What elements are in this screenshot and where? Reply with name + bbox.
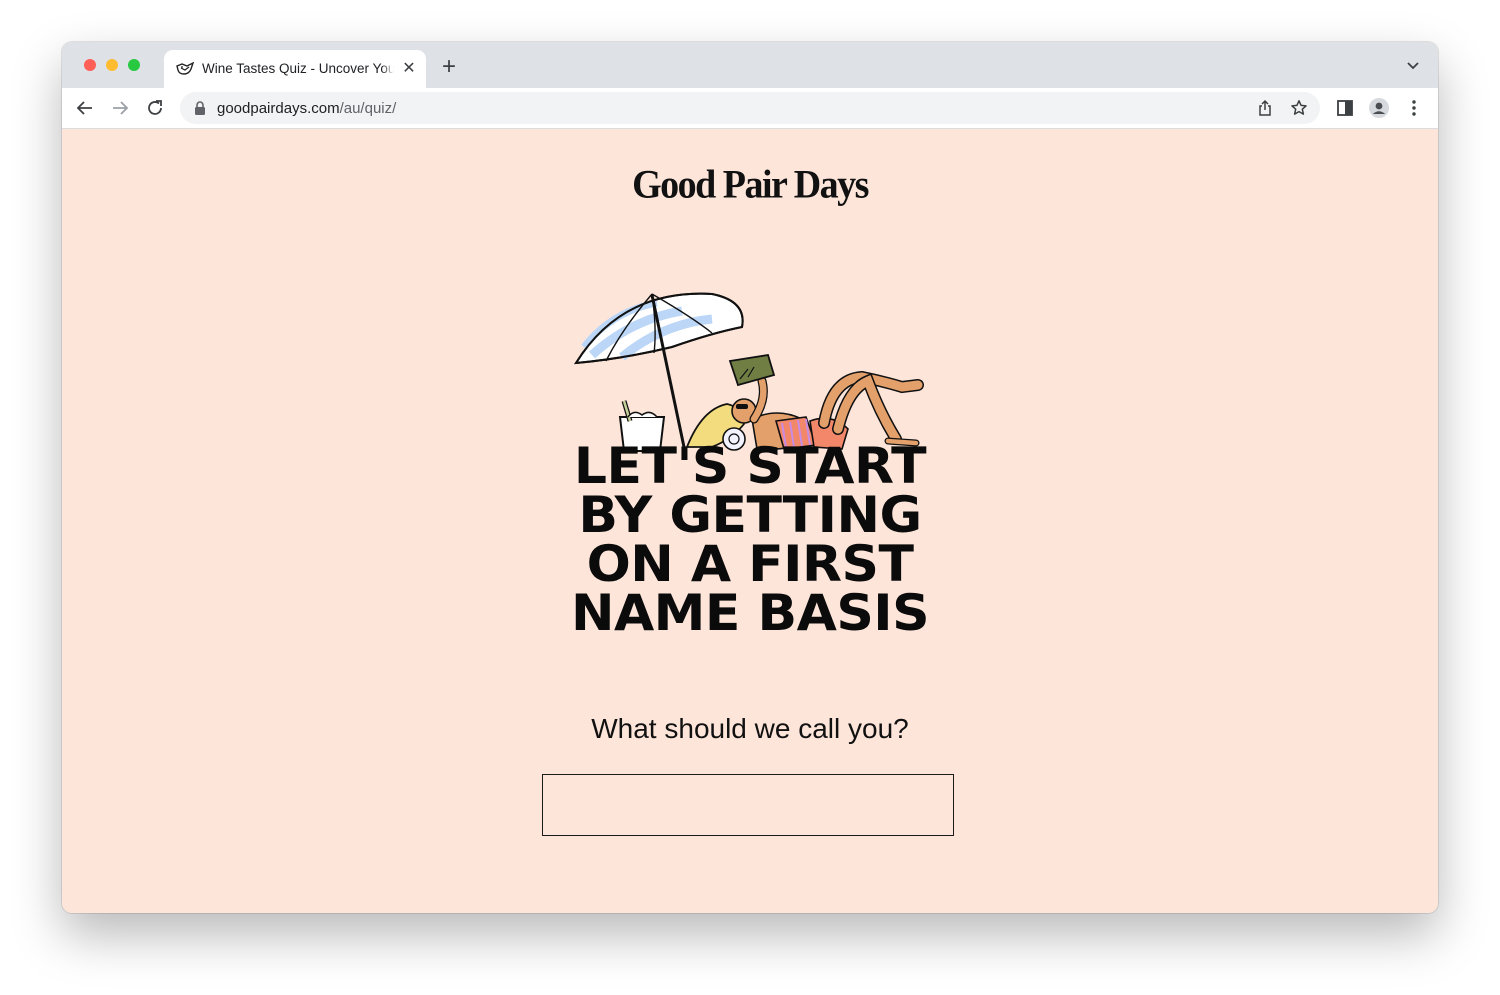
- tab-active[interactable]: Wine Tastes Quiz - Uncover Your Wine Pre…: [164, 50, 426, 88]
- headline-line: NAME BASIS: [570, 584, 930, 642]
- url-domain: goodpairdays.com: [217, 100, 340, 117]
- lock-icon[interactable]: [194, 101, 206, 115]
- quiz-page: Good Pair Days LET'S START BY GETTING ON…: [62, 129, 1438, 913]
- side-panel-icon[interactable]: [1334, 97, 1356, 119]
- share-icon[interactable]: [1256, 99, 1274, 117]
- reload-icon[interactable]: [144, 97, 166, 119]
- profile-avatar-icon[interactable]: [1368, 97, 1390, 119]
- new-tab-button[interactable]: +: [438, 55, 460, 79]
- first-name-input[interactable]: [542, 774, 954, 836]
- maximize-window-button[interactable]: [128, 59, 140, 71]
- tab-strip: Wine Tastes Quiz - Uncover Your Wine Pre…: [62, 42, 1438, 88]
- tab-title: Wine Tastes Quiz - Uncover Your Wine Pre…: [202, 61, 394, 76]
- close-window-button[interactable]: [84, 59, 96, 71]
- tab-close-icon[interactable]: ✕: [400, 60, 418, 78]
- forward-arrow-icon[interactable]: [109, 97, 131, 119]
- headline-line: LET'S START: [573, 437, 927, 495]
- chevron-down-icon[interactable]: [1404, 58, 1422, 74]
- headline-line: BY GETTING: [578, 486, 922, 544]
- back-arrow-icon[interactable]: [74, 97, 96, 119]
- url-text[interactable]: goodpairdays.com/au/quiz/: [217, 100, 396, 117]
- address-bar[interactable]: goodpairdays.com/au/quiz/: [180, 92, 1320, 124]
- name-question: What should we call you?: [591, 713, 909, 744]
- url-path: /au/quiz/: [339, 100, 397, 117]
- minimize-window-button[interactable]: [106, 59, 118, 71]
- wine-bird-icon: [176, 61, 194, 75]
- beach-reading-illustration: [574, 292, 924, 452]
- headline-line: ON A FIRST: [586, 535, 914, 593]
- star-icon[interactable]: [1290, 99, 1308, 117]
- headline: LET'S START BY GETTING ON A FIRST NAME B…: [62, 437, 1438, 642]
- kebab-menu-icon[interactable]: [1403, 97, 1425, 119]
- browser-toolbar: goodpairdays.com/au/quiz/: [62, 88, 1438, 129]
- site-logo[interactable]: Good Pair Days: [62, 162, 1438, 208]
- browser-window: Wine Tastes Quiz - Uncover Your Wine Pre…: [62, 42, 1438, 913]
